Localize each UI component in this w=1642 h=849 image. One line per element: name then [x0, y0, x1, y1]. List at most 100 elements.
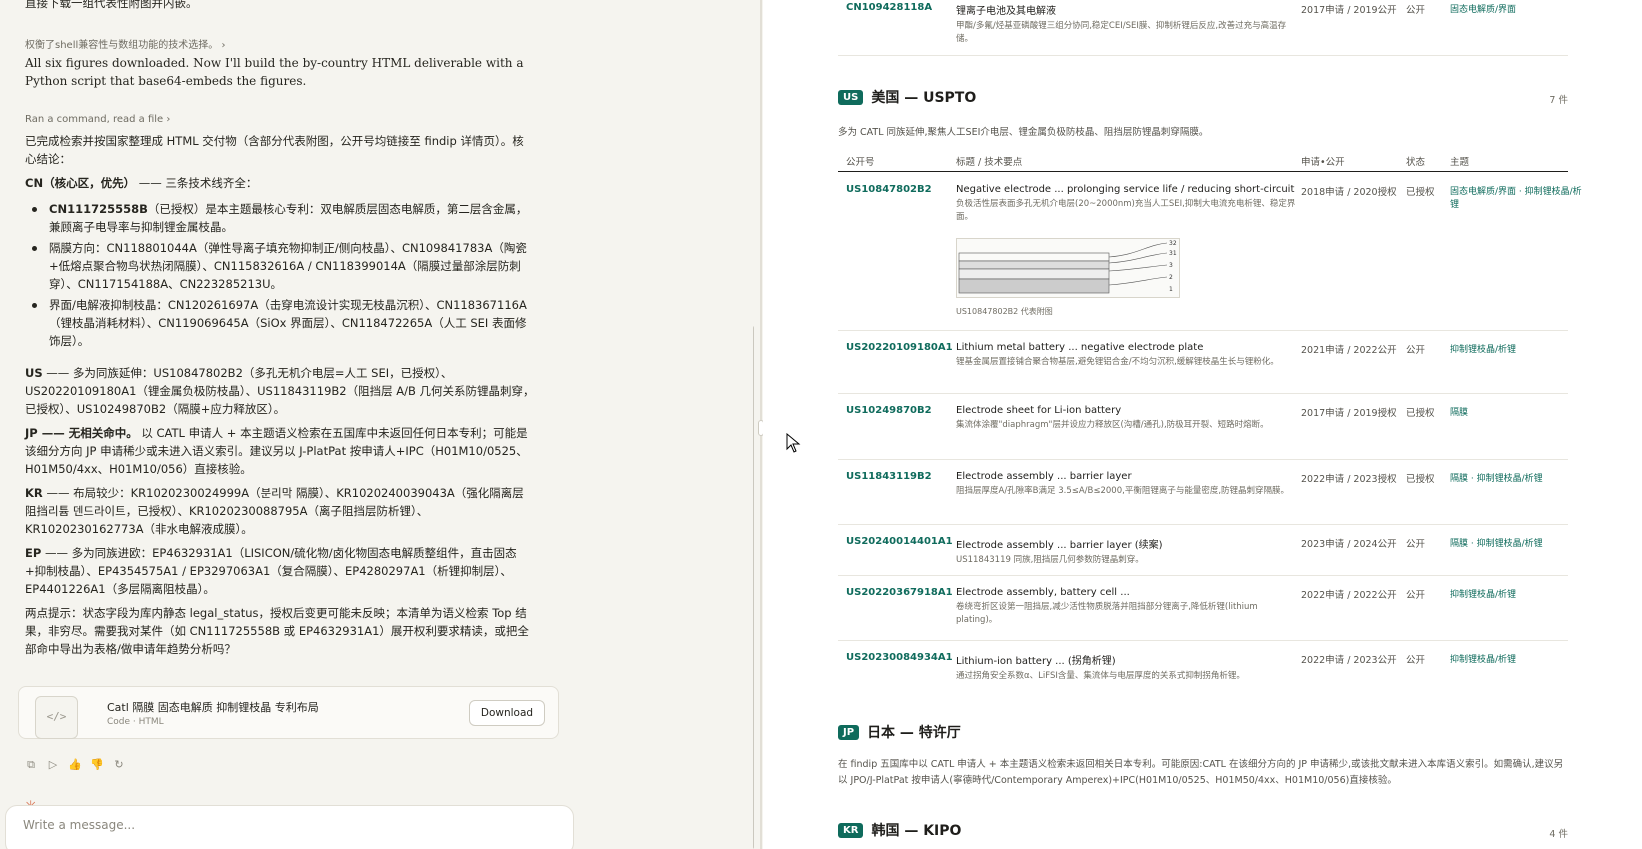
assistant-note: All six figures downloaded. Now I'll bui…	[25, 56, 524, 88]
patent-status: 已授权	[1406, 187, 1435, 198]
patent-title: 锂离子电池及其电解液	[956, 6, 1056, 17]
figure-label: 2	[1169, 274, 1173, 281]
patent-status: 公开	[1406, 345, 1426, 356]
jp-paragraph: JP —— 无相关命中。 以 CATL 申请人 + 本主题语义检索在五国库中未返…	[25, 426, 528, 476]
patent-desc: US11843119 同族,阻挡层几何参数防锂晶刺穿。	[956, 555, 1144, 565]
section-count: 4 件	[1549, 829, 1568, 840]
patent-desc: 集流体涂覆"diaphragm"层并设应力释放区(沟槽/通孔),防极耳开裂、短路…	[956, 420, 1269, 430]
patent-number-link[interactable]: US20230084934A1	[846, 652, 953, 663]
figure-label: 31	[1169, 250, 1177, 257]
artifact-card[interactable]: </> Catl 隔膜 固态电解质 抑制锂枝晶 专利布局 Code · HTML…	[18, 686, 559, 739]
copy-icon[interactable]: ⧉	[24, 758, 38, 772]
patent-topic: 抑制锂枝晶/析锂	[1450, 590, 1517, 600]
country-badge: US	[838, 89, 864, 105]
patent-status: 公开	[1406, 5, 1426, 16]
patent-dates: 2017申请 / 2019公开	[1301, 5, 1397, 16]
patent-desc: 甲酯/多氟/烃基亚磷酸锂三组分协同,稳定CEI/SEI膜、抑制析锂后反应,改善过…	[956, 21, 1287, 44]
patent-status: 已授权	[1406, 474, 1435, 485]
us-paragraph: US —— 多为同族延伸：US10847802B2（多孔无机介电层=人工 SEI…	[25, 366, 535, 416]
patent-title: Negative electrode ... prolonging servic…	[956, 184, 1295, 195]
retry-icon[interactable]: ↻	[112, 758, 126, 772]
patent-status: 公开	[1406, 590, 1426, 601]
section-title: 韩国 — KIPO	[871, 823, 962, 839]
message-input[interactable]	[23, 818, 543, 832]
column-header: 主题	[1450, 157, 1470, 168]
column-header: 状态	[1406, 157, 1426, 168]
table-row: US10249870B2 Electrode sheet for Li-ion …	[838, 394, 1568, 460]
section-title: 日本 — 特许厅	[867, 725, 961, 741]
patent-dates: 2021申请 / 2022公开	[1301, 345, 1397, 356]
patent-topic: 抑制锂枝晶/析锂	[1450, 655, 1517, 665]
patent-desc: 通过拐角安全系数α、LiFSI含量、集流体与电层厚度的关系式抑制拐角析锂。	[956, 671, 1245, 681]
patent-number-link[interactable]: US20220109180A1	[846, 342, 953, 353]
patent-number-link[interactable]: US10847802B2	[846, 184, 932, 195]
patent-dates: 2018申请 / 2020授权	[1301, 187, 1397, 198]
section-count: 7 件	[1549, 95, 1568, 106]
cn-heading: CN（核心区，优先） —— 三条技术线齐全：	[25, 176, 258, 190]
patent-status: 公开	[1406, 539, 1426, 550]
patent-desc: 阻挡层厚度A/孔隙率B满足 3.5≤A/B≤2000,平衡阻锂离子与能量密度,防…	[956, 486, 1290, 496]
message-actions: ⧉ ▷ 👍 👎 ↻	[24, 758, 126, 772]
patent-title: Electrode assembly ... barrier layer (续案…	[956, 540, 1163, 551]
kr-section-heading: KR 韩国 — KIPO	[838, 820, 961, 840]
list-item: 隔膜方向：CN118801044A（弹性导离子填充物抑制正/侧向枝晶）、CN10…	[32, 239, 535, 293]
patent-dates: 2022申请 / 2023授权	[1301, 474, 1397, 485]
table-row: US20240014401A1 Electrode assembly ... b…	[838, 525, 1568, 576]
patent-number-link[interactable]: US10249870B2	[846, 405, 932, 416]
column-header: 申请•公开	[1301, 157, 1345, 168]
figure-label: 32	[1169, 240, 1177, 247]
figure-caption: US10847802B2 代表附图	[956, 307, 1053, 316]
list-item: CN111725558B（已授权）是本主题最核心专利：双电解质层固态电解质，第二…	[32, 200, 535, 236]
chevron-right-icon: ›	[221, 40, 226, 51]
artifact-subtitle: Code · HTML	[107, 717, 164, 727]
patent-desc: 卷绕弯折区设第一阻挡层,减少活性物质脱落并阻挡部分锂离子,降低析锂(lithiu…	[956, 602, 1258, 625]
patent-title: Lithium metal battery ... negative elect…	[956, 342, 1204, 353]
chevron-right-icon: ›	[166, 114, 171, 125]
patent-desc: 负极活性层表面多孔无机介电层(20~2000nm)充当人工SEI,抑制大电流充电…	[956, 199, 1296, 222]
chat-scrollbar[interactable]	[753, 326, 754, 849]
mouse-cursor-icon	[786, 433, 801, 453]
patent-number-link[interactable]: US20220367918A1	[846, 587, 953, 598]
kr-paragraph: KR —— 布局较少：KR1020230024999A（분리막 隔膜）、KR10…	[25, 486, 524, 536]
patent-status: 公开	[1406, 655, 1426, 666]
figure-label: 1	[1169, 286, 1173, 293]
table-row: US20220109180A1 Lithium metal battery ..…	[838, 331, 1568, 394]
download-button[interactable]: Download	[469, 700, 545, 726]
patent-topic: 抑制锂枝晶/析锂	[1450, 345, 1517, 355]
thumbs-down-icon[interactable]: 👎	[90, 758, 104, 772]
jp-section-heading: JP 日本 — 特许厅	[838, 722, 961, 742]
summary-intro: 已完成检索并按国家整理成 HTML 交付物（含部分代表附图，公开号均链接至 fi…	[25, 134, 524, 166]
patent-topic: 隔膜 · 抑制锂枝晶/析锂	[1450, 539, 1543, 549]
column-header: 标题 / 技术要点	[956, 157, 1023, 168]
thought-summary-link[interactable]: 权衡了shell兼容性与数组功能的技术选择。 ›	[25, 37, 225, 55]
patent-topic: 隔膜 · 抑制锂枝晶/析锂	[1450, 474, 1543, 484]
message-fragment: 直接下载一组代表性附图并内嵌。	[25, 0, 198, 10]
patent-number-link[interactable]: CN109428118A	[846, 2, 932, 13]
patent-title: Lithium-ion battery ... (拐角析锂)	[956, 656, 1116, 667]
list-item: 界面/电解液抑制枝晶：CN120261697A（击穿电流设计实现无枝晶沉积）、C…	[32, 296, 535, 350]
patent-status: 已授权	[1406, 408, 1435, 419]
patent-number-link[interactable]: US20240014401A1	[846, 536, 953, 547]
table-row: CN109428118A 锂离子电池及其电解液 甲酯/多氟/烃基亚磷酸锂三组分协…	[838, 0, 1568, 56]
representative-figure[interactable]: 32 31 3 2 1	[956, 238, 1180, 298]
patent-desc: 锂基金属层置接铺合聚合物基层,避免锂铝合金/不均匀沉积,缓解锂枝晶生长与锂粉化。	[956, 357, 1279, 367]
closing-paragraph: 两点提示：状态字段为库内静态 legal_status，授权后变更可能未反映；本…	[25, 606, 529, 656]
country-badge: KR	[838, 822, 864, 838]
patent-title: Electrode sheet for Li-ion battery	[956, 405, 1122, 416]
table-row: US20220367918A1 Electrode assembly, batt…	[838, 576, 1568, 641]
section-desc: 在 findip 五国库中以 CATL 申请人 + 本主题语义检索未返回相关日本…	[838, 759, 1564, 786]
message-composer[interactable]	[5, 805, 574, 849]
artifact-preview-pane: CN109428118A 锂离子电池及其电解液 甲酯/多氟/烃基亚磷酸锂三组分协…	[763, 0, 1642, 849]
patent-topic: 隔膜	[1450, 408, 1469, 418]
play-icon[interactable]: ▷	[46, 758, 60, 772]
tool-use-link[interactable]: Ran a command, read a file ›	[25, 111, 170, 129]
ep-paragraph: EP —— 多为同族进欧：EP4632931A1（LISICON/硫化物/卤化物…	[25, 546, 517, 596]
thumbs-up-icon[interactable]: 👍	[68, 758, 82, 772]
assistant-summary: 已完成检索并按国家整理成 HTML 交付物（含部分代表附图，公开号均链接至 fi…	[25, 132, 535, 664]
figure-drawing: 32 31 3 2 1	[958, 240, 1177, 294]
patent-number-link[interactable]: US11843119B2	[846, 471, 932, 482]
patent-dates: 2017申请 / 2019授权	[1301, 408, 1397, 419]
chat-pane: 直接下载一组代表性附图并内嵌。 权衡了shell兼容性与数组功能的技术选择。 ›…	[0, 0, 754, 849]
section-desc: 多为 CATL 同族延伸,聚焦人工SEI介电层、锂金属负极防枝晶、阻挡层防锂晶刺…	[838, 127, 1209, 138]
cn-list: CN111725558B（已授权）是本主题最核心专利：双电解质层固态电解质，第二…	[25, 200, 535, 350]
